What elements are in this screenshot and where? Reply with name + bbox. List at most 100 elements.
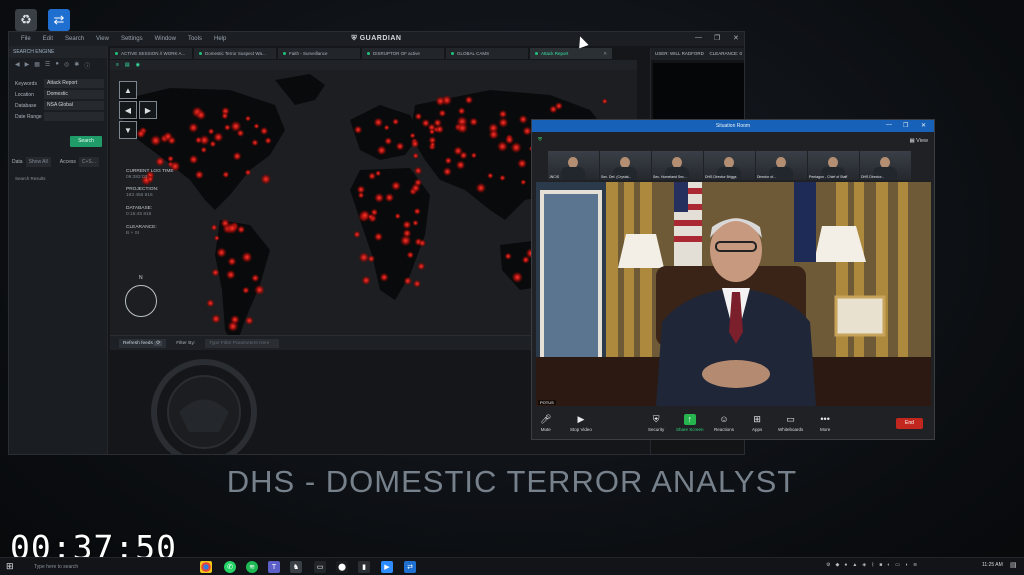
hotspot-marker[interactable] <box>222 170 230 179</box>
tray-app-icon[interactable]: ● <box>844 562 847 568</box>
hotspot-marker[interactable] <box>225 269 236 280</box>
hotspot-marker[interactable] <box>455 160 466 170</box>
hotspot-marker[interactable] <box>251 138 259 147</box>
hotspot-marker[interactable] <box>216 247 227 258</box>
hotspot-marker[interactable] <box>253 123 260 130</box>
hotspot-marker[interactable] <box>601 98 608 105</box>
hotspot-marker[interactable] <box>194 170 205 180</box>
menu-tools[interactable]: Tools <box>188 36 202 42</box>
zoom-taskbar-icon[interactable]: ▶ <box>381 561 393 573</box>
hotspot-marker[interactable] <box>221 112 229 120</box>
hotspot-marker[interactable] <box>211 313 221 324</box>
hotspot-marker[interactable] <box>194 136 203 144</box>
hotspot-marker[interactable] <box>418 239 427 248</box>
hotspot-marker[interactable] <box>223 123 231 131</box>
tab-disruptor[interactable]: DISRUPTOR OF active <box>362 48 444 59</box>
participant-tile[interactable]: Director of... <box>756 151 807 180</box>
hotspot-marker[interactable] <box>260 173 272 185</box>
hotspot-marker[interactable] <box>368 172 377 181</box>
hotspot-marker[interactable] <box>504 252 512 260</box>
hotspot-marker[interactable] <box>242 286 250 295</box>
hotspot-marker[interactable] <box>379 272 389 283</box>
hotspot-marker[interactable] <box>395 141 405 151</box>
hotspot-marker[interactable] <box>384 192 395 203</box>
tray-app-icon[interactable]: ◆ <box>835 562 839 568</box>
hotspot-marker[interactable] <box>410 139 420 149</box>
windows-start-icon[interactable]: ⊞ <box>6 561 14 572</box>
wifi-icon[interactable]: ≋ <box>913 562 917 568</box>
hotspot-marker[interactable] <box>453 146 463 156</box>
menu-help[interactable]: Help <box>214 36 226 42</box>
hotspot-marker[interactable] <box>264 136 272 145</box>
hotspot-marker[interactable] <box>244 115 252 122</box>
hotspot-marker[interactable] <box>410 183 421 193</box>
taskbar-search-input[interactable]: Type here to search <box>20 560 130 573</box>
hotspot-marker[interactable] <box>444 156 453 165</box>
search-button[interactable]: Search <box>70 136 102 147</box>
pan-left-button[interactable]: ◀ <box>119 101 137 119</box>
globe-icon[interactable]: ◎ <box>64 61 69 68</box>
more-button[interactable]: ••• More <box>820 414 830 432</box>
hotspot-marker[interactable] <box>499 174 506 182</box>
hotspot-marker[interactable] <box>383 124 390 131</box>
reactions-button[interactable]: ☺ Reactions <box>714 414 734 432</box>
teamviewer-icon[interactable]: ⇄ <box>48 9 70 31</box>
hotspot-marker[interactable] <box>416 262 426 271</box>
close-icon[interactable]: ✕ <box>921 122 926 129</box>
speaker-video[interactable]: POTUS <box>536 182 931 406</box>
hotspot-marker[interactable] <box>361 275 372 286</box>
minimize-icon[interactable]: — <box>886 122 892 128</box>
tab-global-cams[interactable]: GLOBAL CAMS <box>446 48 528 59</box>
mute-button[interactable]: 🎤︎ Mute <box>540 414 551 432</box>
hotspot-marker[interactable] <box>554 101 564 111</box>
share-screen-button[interactable]: ↑ Share Screen <box>676 414 704 432</box>
hotspot-marker[interactable] <box>413 207 421 216</box>
participant-tile[interactable]: Pentagon - Chief of Staff <box>808 151 859 180</box>
whiteboards-button[interactable]: ▭ Whiteboards <box>778 414 803 432</box>
security-shield-icon[interactable]: ⛨ <box>538 137 542 144</box>
hotspot-marker[interactable] <box>442 166 453 177</box>
hotspot-marker[interactable] <box>213 235 220 242</box>
whatsapp-icon[interactable]: ✆ <box>224 561 236 573</box>
hotspot-marker[interactable] <box>227 256 237 267</box>
menu-window[interactable]: Window <box>155 36 176 42</box>
hotspot-marker[interactable] <box>376 145 387 156</box>
hotspot-marker[interactable] <box>353 230 361 239</box>
hotspot-marker[interactable] <box>406 251 415 259</box>
close-icon[interactable]: ✕ <box>733 34 739 42</box>
notification-icon[interactable]: ▤ <box>1010 561 1017 569</box>
hotspot-marker[interactable] <box>188 122 199 134</box>
hotspot-marker[interactable] <box>149 134 162 147</box>
tray-app-icon[interactable]: ◐ <box>887 562 890 568</box>
hotspot-marker[interactable] <box>390 180 402 191</box>
hotspot-marker[interactable] <box>498 109 508 119</box>
hotspot-marker[interactable] <box>373 117 384 128</box>
gear-icon[interactable]: ✱ <box>74 61 79 68</box>
hotspot-marker[interactable] <box>421 118 431 128</box>
maximize-icon[interactable]: ❐ <box>714 34 720 42</box>
hotspot-marker[interactable] <box>154 156 166 167</box>
hotspot-marker[interactable] <box>370 208 379 217</box>
hotspot-marker[interactable] <box>409 132 416 139</box>
participant-tile[interactable]: DHS Director Briggs <box>704 151 755 180</box>
tray-app-icon[interactable]: ■ <box>879 562 882 568</box>
hotspot-marker[interactable] <box>488 129 500 140</box>
participant-tile[interactable]: JNCIS <box>548 151 599 180</box>
hotspot-marker[interactable] <box>227 320 239 333</box>
volume-icon[interactable]: ◖ <box>905 562 908 568</box>
hotspot-marker[interactable] <box>200 146 208 154</box>
hotspot-marker[interactable] <box>392 118 400 126</box>
hotspot-marker[interactable] <box>136 129 146 139</box>
hotspot-marker[interactable] <box>456 122 469 134</box>
hotspot-marker[interactable] <box>394 212 401 220</box>
menu-view[interactable]: View <box>96 36 109 42</box>
teamviewer-taskbar-icon[interactable]: ⇄ <box>404 561 416 573</box>
info-icon[interactable]: ⓘ <box>84 61 90 70</box>
hotspot-marker[interactable] <box>358 251 370 263</box>
hotspot-marker[interactable] <box>207 127 215 135</box>
menu-edit[interactable]: Edit <box>43 36 53 42</box>
menu-file[interactable]: File <box>21 36 31 42</box>
spotify-icon[interactable]: ≋ <box>246 561 258 573</box>
teams-icon[interactable]: T <box>268 561 280 573</box>
back-icon[interactable]: ◀ <box>15 61 20 68</box>
